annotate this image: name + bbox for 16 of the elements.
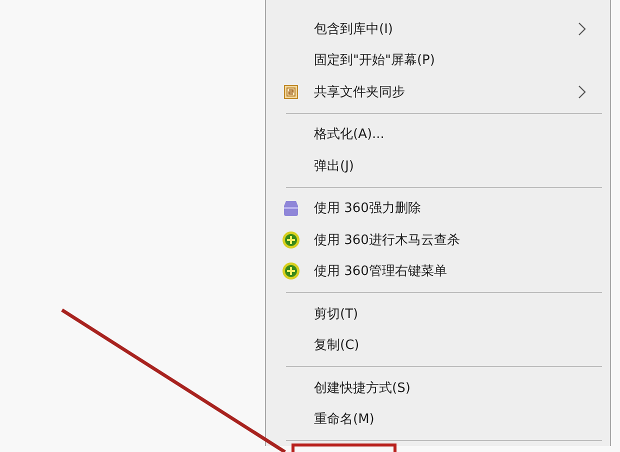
menu-item[interactable]: 共享文件夹同步 [268, 76, 608, 108]
menu-item[interactable]: 剪切(T) [268, 298, 608, 330]
shield-plus-icon [282, 262, 300, 280]
shield-plus-icon [282, 230, 300, 249]
folder-sync-icon [284, 84, 298, 99]
menu-item[interactable]: 使用 360管理右键菜单 [268, 256, 608, 287]
menu-item[interactable]: 包含到库中(I) [268, 13, 608, 44]
menu-item[interactable]: 复制(C) [268, 330, 608, 361]
menu-item[interactable]: 重命名(M) [268, 404, 608, 435]
menu-item[interactable]: 弹出(J) [268, 150, 608, 182]
shredder-icon [282, 200, 300, 216]
menu-item[interactable]: 固定到"开始"屏幕(P) [268, 44, 608, 76]
menu-item[interactable]: 格式化(A)... [268, 118, 608, 150]
menu-item[interactable]: 创建快捷方式(S) [268, 372, 608, 404]
menu-item[interactable]: 使用 360进行木马云查杀 [268, 224, 608, 256]
menu-item[interactable]: 使用 360强力删除 [268, 192, 608, 224]
